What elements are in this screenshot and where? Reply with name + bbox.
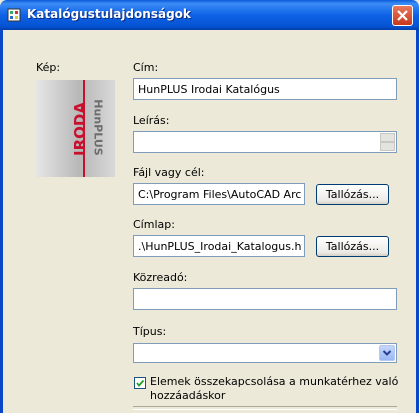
cover-field[interactable]: .\HunPLUS_Irodai_Katalogus.html (133, 235, 305, 257)
description-field[interactable] (133, 131, 397, 153)
title-field[interactable]: HunPLUS Irodai Katalógus (133, 78, 397, 100)
checkmark-icon (136, 379, 145, 387)
separator (133, 406, 397, 410)
scroll-down-button[interactable] (380, 142, 395, 151)
title-bar[interactable]: Katalógustulajdonságok (0, 0, 419, 30)
browse-file-button[interactable]: Tallózás... (316, 184, 389, 205)
file-field-label: Fájl vagy cél: (133, 166, 205, 179)
cover-field-label: Címlap: (133, 218, 175, 231)
file-field-value: C:\Program Files\AutoCAD Archite (138, 188, 302, 201)
type-field-label: Típus: (133, 325, 167, 338)
close-icon (397, 10, 408, 21)
logo-top-text: IRODA (71, 102, 89, 156)
close-button[interactable] (392, 5, 413, 26)
link-items-label-line1: Elemek összekapcsolása a munkatérhez val… (150, 375, 399, 388)
title-field-value: HunPLUS Irodai Katalógus (138, 83, 280, 96)
scroll-up-button[interactable] (380, 133, 395, 142)
image-label: Kép: (36, 61, 61, 74)
window-title: Katalógustulajdonságok (27, 7, 191, 21)
window-frame-left (0, 30, 3, 413)
description-field-label: Leírás: (133, 114, 170, 127)
dropdown-toggle[interactable] (379, 345, 395, 361)
logo-bottom-text: HunPLUS (91, 99, 105, 156)
dialog-window: Katalógustulajdonságok Kép: IRODA HunPLU… (0, 0, 419, 413)
type-dropdown[interactable] (133, 343, 397, 363)
catalog-icon (7, 8, 21, 22)
publisher-field[interactable] (133, 288, 397, 310)
publisher-field-label: Közreadó: (133, 271, 188, 284)
browse-cover-button[interactable]: Tallózás... (316, 236, 389, 257)
link-items-checkbox[interactable] (134, 377, 146, 389)
file-field[interactable]: C:\Program Files\AutoCAD Archite (133, 183, 305, 205)
link-items-label-line2: hozzáadáskor (150, 389, 226, 402)
catalog-logo-image: IRODA HunPLUS (36, 80, 115, 177)
title-field-label: Cím: (133, 61, 159, 74)
chevron-down-icon (382, 350, 392, 356)
cover-field-value: .\HunPLUS_Irodai_Katalogus.html (138, 240, 302, 253)
